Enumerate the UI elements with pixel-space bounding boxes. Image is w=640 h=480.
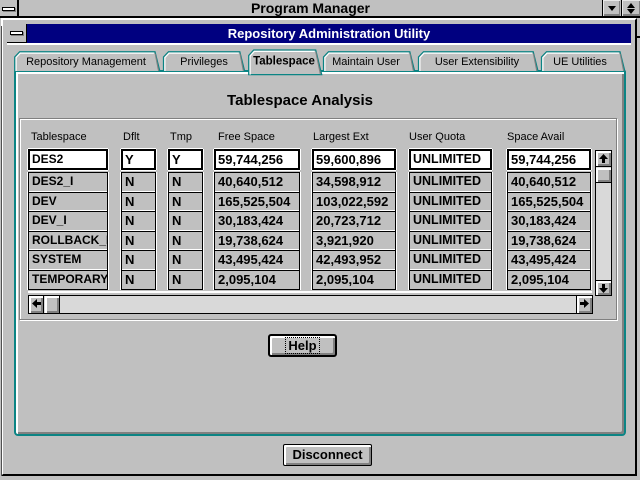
svg-text:Maintain User: Maintain User bbox=[332, 56, 400, 68]
svg-text:Tablespace: Tablespace bbox=[253, 56, 315, 68]
svg-text:Repository Management: Repository Management bbox=[26, 56, 146, 68]
svg-text:Privileges: Privileges bbox=[180, 56, 228, 68]
svg-text:User Extensibility: User Extensibility bbox=[435, 56, 520, 68]
svg-text:UE Utilities: UE Utilities bbox=[553, 56, 607, 68]
